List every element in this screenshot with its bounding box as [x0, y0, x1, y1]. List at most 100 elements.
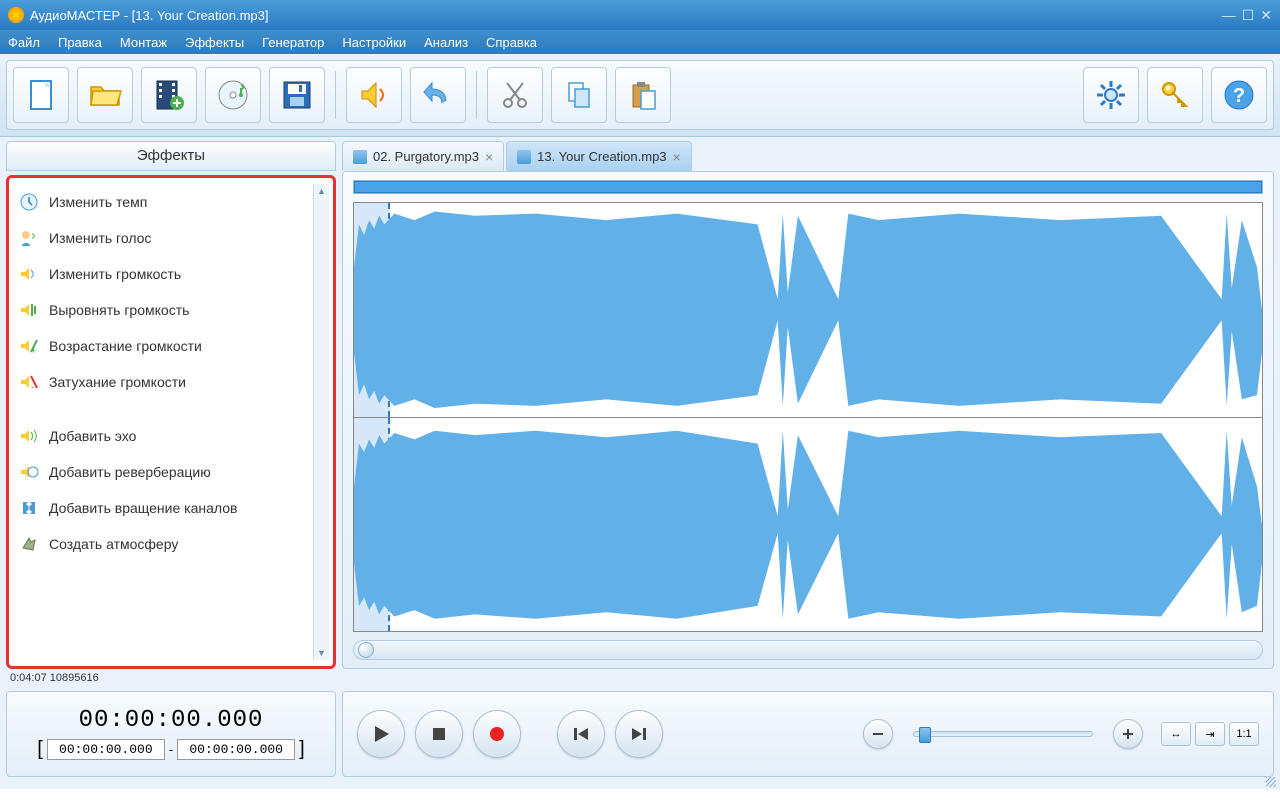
zoom-thumb[interactable]	[919, 727, 931, 743]
effect-label: Добавить вращение каналов	[49, 500, 237, 516]
status-bar: 0:04:07 10895616	[0, 669, 1280, 687]
minus-icon	[871, 727, 885, 741]
folder-open-icon	[87, 77, 123, 113]
menu-edit[interactable]: Правка	[58, 35, 102, 50]
effect-change-volume[interactable]: Изменить громкость	[13, 256, 313, 292]
speaker-icon	[356, 77, 392, 113]
effect-create-atmosphere[interactable]: Создать атмосферу	[13, 526, 313, 562]
save-button[interactable]	[269, 67, 325, 123]
tab-close-icon[interactable]: ×	[485, 149, 493, 165]
menu-help[interactable]: Справка	[486, 35, 537, 50]
settings-button[interactable]	[1083, 67, 1139, 123]
cut-button[interactable]	[487, 67, 543, 123]
svg-text:-: -	[31, 382, 34, 392]
disc-music-icon	[215, 77, 251, 113]
help-button[interactable]: ?	[1211, 67, 1267, 123]
copy-button[interactable]	[551, 67, 607, 123]
audio-file-icon	[353, 150, 367, 164]
current-time: 00:00:00.000	[79, 707, 264, 734]
tab-your-creation[interactable]: 13. Your Creation.mp3 ×	[506, 141, 692, 171]
toolbar: ?	[6, 60, 1274, 130]
play-icon	[371, 724, 391, 744]
effect-label: Изменить голос	[49, 230, 151, 246]
paste-button[interactable]	[615, 67, 671, 123]
stop-icon	[431, 726, 447, 742]
toolbar-separator	[476, 71, 477, 119]
reverb-icon	[19, 462, 39, 482]
effect-channel-rotation[interactable]: Добавить вращение каналов	[13, 490, 313, 526]
waveform-svg	[354, 203, 1262, 417]
skip-back-button[interactable]	[557, 710, 605, 758]
fit-selection-button[interactable]: ⇥	[1195, 722, 1225, 746]
effect-fade-out[interactable]: - Затухание громкости	[13, 364, 313, 400]
time-panel: 00:00:00.000 [ - ]	[6, 691, 336, 777]
normalize-icon	[19, 300, 39, 320]
menu-analysis[interactable]: Анализ	[424, 35, 468, 50]
record-button[interactable]	[473, 710, 521, 758]
close-button[interactable]: ✕	[1260, 7, 1272, 24]
selection-start-input[interactable]	[47, 739, 165, 760]
effect-change-voice[interactable]: Изменить голос	[13, 220, 313, 256]
open-file-button[interactable]	[77, 67, 133, 123]
save-icon	[279, 77, 315, 113]
echo-icon	[19, 426, 39, 446]
effect-fade-in[interactable]: + Возрастание громкости	[13, 328, 313, 364]
import-video-button[interactable]	[141, 67, 197, 123]
transport-panel: ↔ ⇥ 1:1	[342, 691, 1274, 777]
effects-panel: Изменить темп Изменить голос Изменить гр…	[6, 175, 336, 669]
fit-width-button[interactable]: ↔	[1161, 722, 1191, 746]
app-icon	[8, 7, 24, 23]
menu-generator[interactable]: Генератор	[262, 35, 324, 50]
waveform-display[interactable]	[353, 202, 1263, 632]
atmosphere-icon	[19, 534, 39, 554]
tab-purgatory[interactable]: 02. Purgatory.mp3 ×	[342, 141, 504, 171]
overview-bar[interactable]	[353, 180, 1263, 194]
maximize-button[interactable]: ☐	[1242, 7, 1255, 24]
window-title: АудиоМАСТЕР - [13. Your Creation.mp3]	[30, 8, 269, 23]
toolbar-area: ?	[0, 54, 1280, 137]
zoom-slider[interactable]	[913, 731, 1093, 737]
waveform-channel-right[interactable]	[354, 418, 1262, 632]
play-button[interactable]	[357, 710, 405, 758]
effect-label: Возрастание громкости	[49, 338, 202, 354]
undo-button[interactable]	[410, 67, 466, 123]
zoom-out-button[interactable]	[863, 719, 893, 749]
bracket-open: [	[37, 738, 43, 761]
zoom-in-button[interactable]	[1113, 719, 1143, 749]
menu-effects[interactable]: Эффекты	[185, 35, 244, 50]
copy-icon	[561, 77, 597, 113]
effect-add-reverb[interactable]: Добавить реверберацию	[13, 454, 313, 490]
tab-close-icon[interactable]: ×	[673, 149, 681, 165]
menu-montage[interactable]: Монтаж	[120, 35, 167, 50]
stop-button[interactable]	[415, 710, 463, 758]
zoom-1to1-button[interactable]: 1:1	[1229, 722, 1259, 746]
view-buttons: ↔ ⇥ 1:1	[1161, 722, 1259, 746]
new-file-button[interactable]	[13, 67, 69, 123]
main-area: Эффекты Изменить темп Изменить голос Изм…	[0, 137, 1280, 669]
effect-label: Выровнять громкость	[49, 302, 189, 318]
activation-button[interactable]	[1147, 67, 1203, 123]
effect-label: Создать атмосферу	[49, 536, 178, 552]
selection-end-input[interactable]	[177, 739, 295, 760]
sidebar-scrollbar[interactable]	[313, 184, 329, 660]
scrollbar-thumb[interactable]	[358, 642, 374, 658]
titlebar: АудиоМАСТЕР - [13. Your Creation.mp3] — …	[0, 0, 1280, 30]
skip-forward-button[interactable]	[615, 710, 663, 758]
volume-button[interactable]	[346, 67, 402, 123]
effect-add-echo[interactable]: Добавить эхо	[13, 418, 313, 454]
volume-icon	[19, 264, 39, 284]
fade-in-icon: +	[19, 336, 39, 356]
horizontal-scrollbar[interactable]	[353, 640, 1263, 660]
minimize-button[interactable]: —	[1222, 7, 1236, 24]
import-cd-button[interactable]	[205, 67, 261, 123]
resize-grip[interactable]	[0, 783, 1280, 789]
effect-change-tempo[interactable]: Изменить темп	[13, 184, 313, 220]
selection-dash: -	[169, 742, 173, 757]
effect-label: Изменить темп	[49, 194, 147, 210]
toolbar-separator	[335, 71, 336, 119]
status-text: 0:04:07 10895616	[10, 672, 99, 684]
menu-file[interactable]: Файл	[8, 35, 40, 50]
menu-settings[interactable]: Настройки	[342, 35, 406, 50]
effect-normalize-volume[interactable]: Выровнять громкость	[13, 292, 313, 328]
waveform-channel-left[interactable]	[354, 203, 1262, 418]
